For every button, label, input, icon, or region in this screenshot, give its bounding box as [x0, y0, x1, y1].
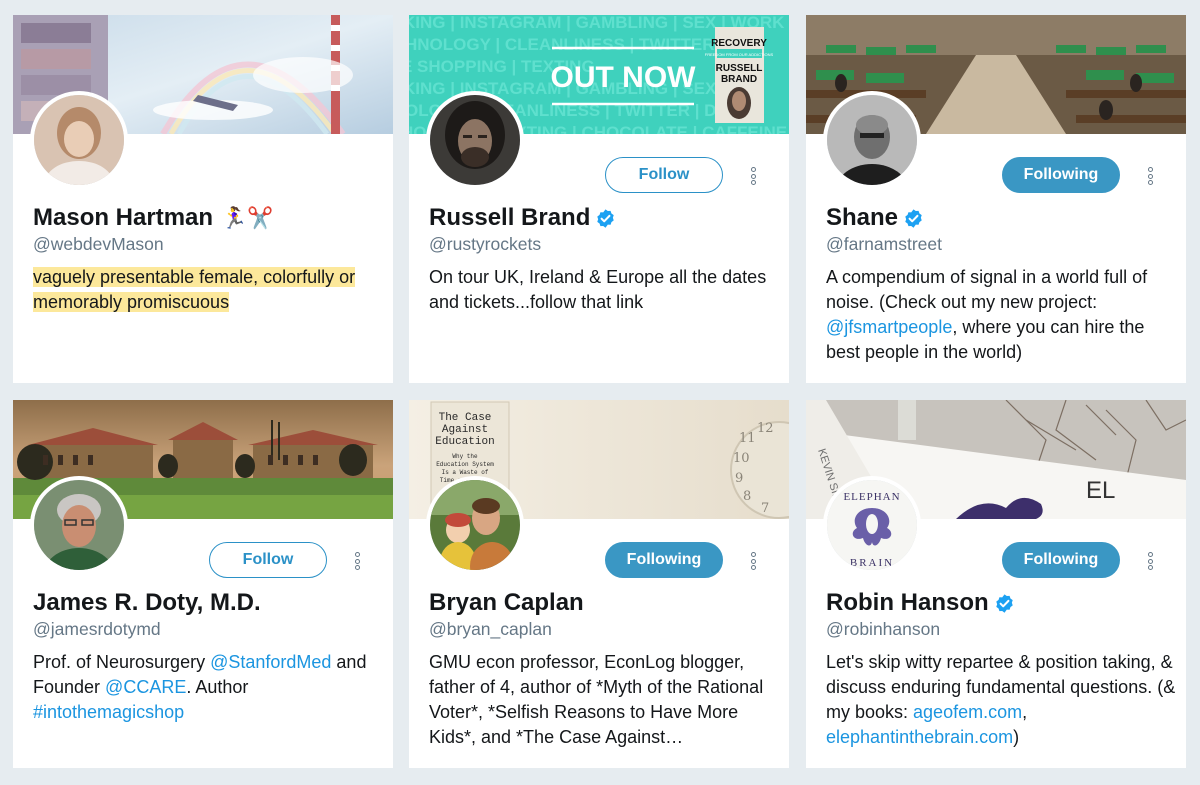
user-handle[interactable]: @farnamstreet	[826, 234, 942, 255]
profile-bio: GMU econ professor, EconLog blogger, fat…	[429, 652, 764, 747]
profile-card-robin-hanson[interactable]: KEVIN SIM EL ELEPHAN BRAIN Following Rob…	[806, 400, 1186, 768]
bio-text: ,	[1022, 702, 1028, 722]
follow-button[interactable]: Follow	[209, 542, 327, 578]
svg-text:11: 11	[739, 431, 756, 446]
more-options-icon[interactable]	[353, 552, 361, 572]
banner-bg-words: HNOLOGY | CLEANLINESS | TWITTER | F	[409, 35, 739, 54]
profile-bio: A compendium of signal in a world full o…	[826, 265, 1176, 365]
book-subtitle: Education System	[436, 461, 494, 468]
profile-bio: Let's skip witty repartee & position tak…	[826, 650, 1176, 750]
more-options-icon[interactable]	[1146, 552, 1154, 572]
book-cover-letters: EL	[1086, 477, 1115, 504]
profile-bio: On tour UK, Ireland & Europe all the dat…	[429, 267, 767, 312]
book-title: Against	[442, 424, 488, 436]
verified-badge-icon	[905, 208, 922, 228]
book-subtitle: FREEDOM FROM OUR ADDICTIONS	[705, 52, 774, 57]
user-handle[interactable]: @bryan_caplan	[429, 619, 552, 640]
svg-text:7: 7	[761, 501, 769, 516]
avatar[interactable]	[426, 91, 524, 189]
book-title: RECOVERY	[711, 38, 767, 49]
following-button[interactable]: Following	[605, 542, 723, 578]
profile-card-james-doty[interactable]: Follow James R. Doty, M.D. @jamesrdotymd…	[13, 400, 393, 768]
avatar[interactable]	[426, 476, 524, 574]
book-title: The Case	[439, 412, 492, 424]
more-options-icon[interactable]	[1146, 167, 1154, 187]
book-subtitle: Is a Waste of	[442, 469, 489, 476]
display-name[interactable]: Bryan Caplan	[429, 589, 584, 617]
svg-text:8: 8	[743, 489, 751, 504]
more-options-icon[interactable]	[749, 167, 757, 187]
profile-card-mason-hartman[interactable]: Mason Hartman 🏃‍♀️✂️ @webdevMason vaguel…	[13, 15, 393, 383]
following-button[interactable]: Following	[1002, 157, 1120, 193]
bio-hashtag-link[interactable]: #intothemagicshop	[33, 702, 184, 722]
user-handle[interactable]: @robinhanson	[826, 619, 940, 640]
bio-url-link[interactable]: elephantinthebrain.com	[826, 727, 1013, 747]
svg-text:12: 12	[757, 421, 774, 436]
display-name[interactable]: James R. Doty, M.D.	[33, 589, 261, 617]
out-now-text: OUT NOW	[551, 61, 697, 94]
user-handle[interactable]: @rustyrockets	[429, 234, 541, 255]
display-name[interactable]: Robin Hanson	[826, 589, 989, 617]
following-button[interactable]: Following	[1002, 542, 1120, 578]
bio-mention-link[interactable]: @jfsmartpeople	[826, 317, 952, 337]
svg-text:9: 9	[735, 471, 743, 486]
profile-card-russell-brand[interactable]: KING | INSTAGRAM | GAMBLING | SEX | WORK…	[409, 15, 789, 383]
follow-button[interactable]: Follow	[605, 157, 723, 193]
more-options-icon[interactable]	[749, 552, 757, 572]
svg-text:10: 10	[733, 451, 750, 466]
profile-card-bryan-caplan[interactable]: The Case Against Education Why the Educa…	[409, 400, 789, 768]
book-title: Education	[435, 436, 494, 448]
bio-text: . Author	[186, 677, 249, 697]
bio-text: Prof. of Neurosurgery	[33, 652, 211, 672]
profile-bio: vaguely presentable female, colorfully o…	[33, 265, 383, 315]
verified-badge-icon	[597, 208, 615, 228]
book-author: RUSSELL	[716, 63, 763, 74]
bio-mention-link[interactable]: @StanfordMed	[210, 652, 331, 672]
book-subtitle: Why the	[452, 453, 478, 460]
avatar[interactable]	[30, 91, 128, 189]
bio-text: )	[1013, 727, 1020, 747]
avatar-text: ELEPHAN	[843, 491, 900, 503]
book-author: BRAND	[721, 74, 757, 85]
bio-mention-link[interactable]: @CCARE	[105, 677, 186, 697]
avatar[interactable]	[30, 476, 128, 574]
display-name[interactable]: Russell Brand	[429, 204, 590, 232]
display-name[interactable]: Shane	[826, 204, 898, 232]
user-handle[interactable]: @webdevMason	[33, 234, 164, 255]
avatar-text: BRAIN	[850, 557, 894, 569]
avatar[interactable]: ELEPHAN BRAIN	[823, 476, 921, 574]
emoji-runner-scissors: 🏃‍♀️✂️	[221, 206, 274, 230]
display-name[interactable]: Mason Hartman	[33, 204, 213, 232]
highlighted-bio-text: vaguely presentable female, colorfully o…	[33, 267, 356, 312]
profile-bio: Prof. of Neurosurgery @StanfordMed and F…	[33, 650, 383, 725]
bio-text: A compendium of signal in a world full o…	[826, 267, 1148, 312]
profile-card-shane[interactable]: Following Shane @farnamstreet A compendi…	[806, 15, 1186, 383]
bio-url-link[interactable]: ageofem.com	[913, 702, 1022, 722]
user-handle[interactable]: @jamesrdotymd	[33, 619, 161, 640]
verified-badge-icon	[995, 593, 1013, 613]
avatar[interactable]	[823, 91, 921, 189]
